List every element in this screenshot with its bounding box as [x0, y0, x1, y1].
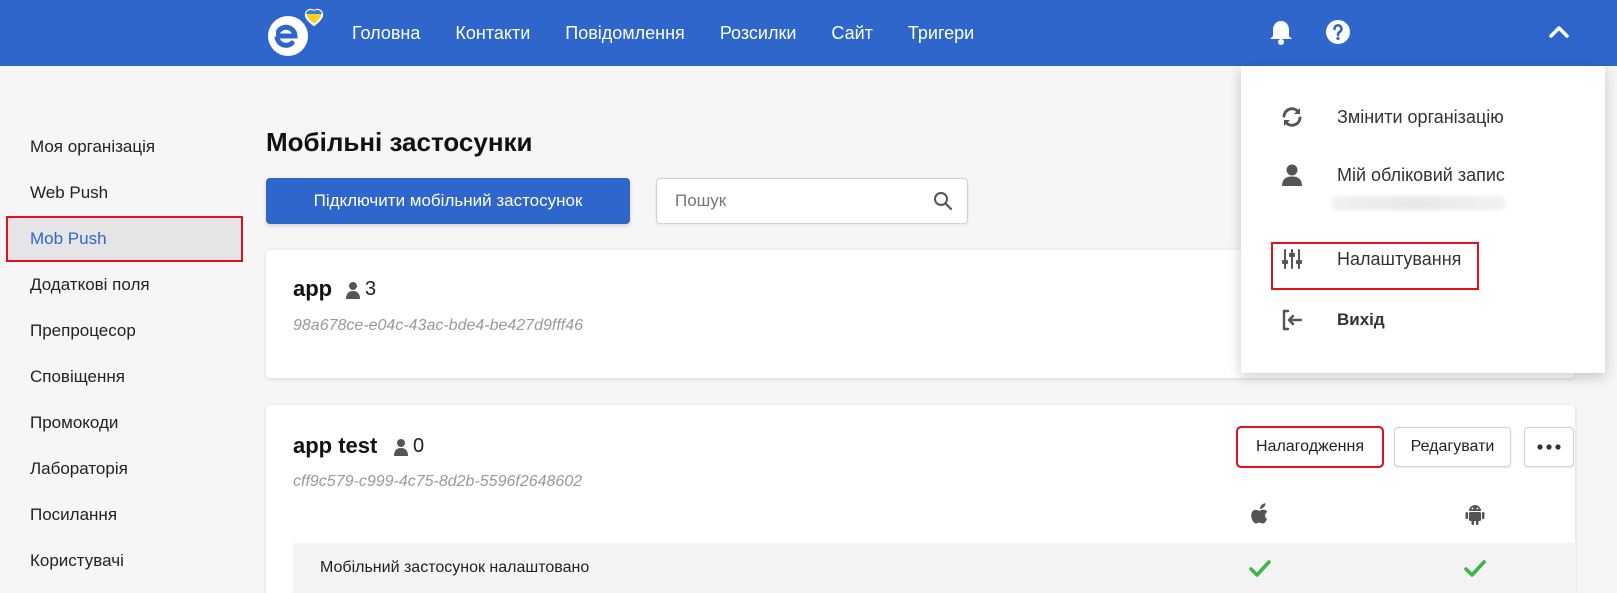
- menu-item-label: Вихід: [1337, 310, 1385, 329]
- user-count-value: 3: [365, 278, 377, 300]
- nav-item-contacts[interactable]: Контакти: [455, 23, 530, 44]
- sidebar-item-my-organization[interactable]: Моя організація: [0, 124, 245, 170]
- user-count: 0: [394, 435, 424, 458]
- user-count-value: 0: [413, 435, 425, 457]
- nav-item-triggers[interactable]: Тригери: [908, 23, 974, 44]
- sliders-icon: [1282, 249, 1302, 269]
- check-icon-android: [1464, 560, 1486, 577]
- sidebar-item-notifications[interactable]: Сповіщення: [0, 354, 245, 400]
- help-button[interactable]: [1323, 17, 1353, 47]
- sidebar-item-preprocessor[interactable]: Препроцесор: [0, 308, 245, 354]
- sidebar-item-promocodes[interactable]: Промокоди: [0, 400, 245, 446]
- menu-item-logout[interactable]: Вихід: [1279, 307, 1385, 333]
- user-count: 3: [346, 278, 376, 301]
- apple-icon: [1251, 503, 1268, 524]
- menu-item-my-account[interactable]: Мій обліковий запис: [1279, 162, 1505, 188]
- sidebar-item-laboratory[interactable]: Лабораторія: [0, 446, 245, 492]
- more-icon: [1537, 444, 1561, 450]
- chevron-up-icon: [1549, 26, 1569, 38]
- menu-item-label: Налаштування: [1337, 248, 1462, 269]
- sync-icon: [1282, 107, 1302, 127]
- main-nav: Головна Контакти Повідомлення Розсилки С…: [352, 0, 1009, 66]
- user-menu-toggle[interactable]: [1544, 17, 1574, 47]
- app-id: cff9c579-c999-4c75-8d2b-5596f2648602: [293, 473, 583, 490]
- nav-item-site[interactable]: Сайт: [831, 23, 873, 44]
- user-icon: [346, 281, 360, 299]
- logo[interactable]: [266, 8, 334, 58]
- more-button[interactable]: [1524, 427, 1574, 467]
- check-icon-ios: [1249, 560, 1271, 577]
- user-dropdown-menu: Змінити організацію Мій обліковий запис …: [1241, 66, 1605, 373]
- app-name: app: [293, 276, 333, 301]
- menu-item-settings[interactable]: Налаштування: [1279, 246, 1461, 272]
- app-name: app test: [293, 433, 378, 458]
- android-icon: [1465, 505, 1485, 525]
- app-card: app test 0 cff9c579-c999-4c75-8d2b-5596f…: [266, 405, 1576, 593]
- sidebar-item-web-push[interactable]: Web Push: [0, 170, 245, 216]
- bell-icon: [1270, 21, 1292, 45]
- sidebar-item-mob-push[interactable]: Mob Push: [6, 216, 243, 262]
- user-icon: [1282, 164, 1302, 186]
- menu-item-change-organization[interactable]: Змінити організацію: [1279, 104, 1504, 130]
- sign-out-icon: [1282, 309, 1303, 331]
- nav-item-campaigns[interactable]: Розсилки: [720, 23, 797, 44]
- e-logo-heart-icon: [267, 8, 324, 56]
- page-title: Мобільні застосунки: [266, 127, 533, 157]
- app-id: 98a678ce-e04c-43ac-bde4-be427d9fff46: [293, 317, 584, 334]
- nav-item-messages[interactable]: Повідомлення: [565, 23, 685, 44]
- top-navigation-bar: Головна Контакти Повідомлення Розсилки С…: [0, 0, 1617, 66]
- help-icon: [1326, 20, 1350, 44]
- menu-item-label: Змінити організацію: [1337, 106, 1504, 127]
- menu-item-label: Мій обліковий запис: [1337, 164, 1505, 185]
- connect-app-button[interactable]: Підключити мобільний застосунок: [266, 178, 630, 224]
- user-icon: [394, 438, 408, 456]
- search-input[interactable]: [657, 179, 927, 223]
- account-email-redacted: [1331, 196, 1506, 210]
- sidebar-item-users[interactable]: Користувачі: [0, 538, 245, 584]
- sidebar-item-links[interactable]: Посилання: [0, 492, 245, 538]
- notifications-button[interactable]: [1266, 17, 1296, 47]
- status-row: Мобільний застосунок налаштовано: [293, 543, 1576, 593]
- debug-button[interactable]: Налагодження: [1236, 426, 1384, 468]
- sidebar-item-custom-fields[interactable]: Додаткові поля: [0, 262, 245, 308]
- nav-item-home[interactable]: Головна: [352, 23, 420, 44]
- search-box: [656, 178, 968, 224]
- edit-button[interactable]: Редагувати: [1394, 427, 1511, 467]
- search-icon[interactable]: [933, 191, 953, 211]
- status-label: Мобільний застосунок налаштовано: [320, 559, 590, 576]
- sidebar: Моя організація Web Push Mob Push Додатк…: [0, 124, 245, 584]
